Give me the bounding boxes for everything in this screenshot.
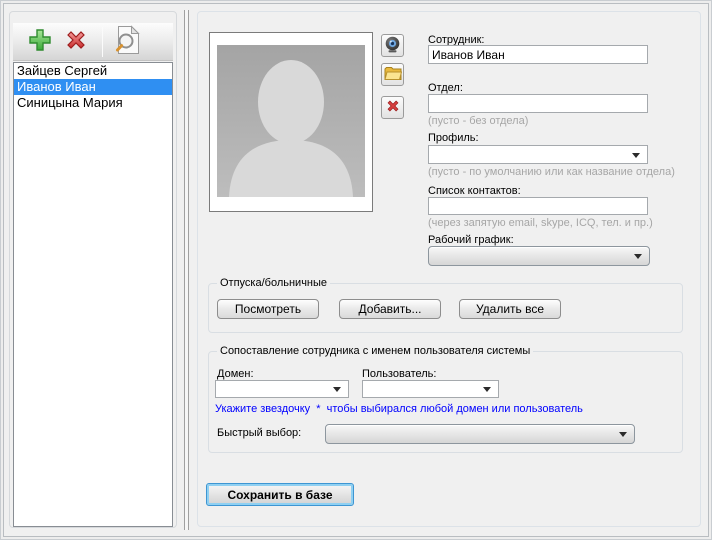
contacts-hint: (через запятую email, skype, ICQ, тел. и… [428,217,653,229]
employee-list-panel: Зайцев Сергей Иванов Иван Синицына Мария [9,11,177,528]
vacations-title: Отпуска/больничные [217,277,330,289]
contacts-input[interactable] [428,197,648,215]
webcam-capture-button[interactable] [381,34,404,57]
quick-select-label: Быстрый выбор: [217,427,301,439]
contacts-label: Список контактов: [428,185,521,197]
vacations-groupbox: Отпуска/больничные Посмотреть Добавить..… [208,283,683,333]
user-label: Пользователь: [362,368,436,380]
profile-combobox[interactable] [428,145,648,164]
toolbar-separator [102,27,103,57]
employee-list-toolbar [13,23,173,61]
folder-icon [384,66,402,84]
employee-input[interactable] [428,45,648,64]
department-hint: (пусто - без отдела) [428,115,528,127]
avatar [217,45,365,200]
profile-hint: (пусто - по умолчанию или как название о… [428,166,675,178]
profile-label: Профиль: [428,132,479,144]
schedule-combobox[interactable] [428,246,650,266]
user-combobox[interactable] [362,380,499,398]
list-item[interactable]: Синицына Мария [14,95,172,111]
open-photo-button[interactable] [381,63,404,86]
photo-frame [209,32,373,212]
list-item[interactable]: Зайцев Сергей [14,63,172,79]
wildcard-note: Укажите звездочку * чтобы выбирался любо… [215,403,583,415]
domain-label: Домен: [217,368,254,380]
document-magnifier-icon [113,25,141,58]
delete-all-vacations-button[interactable]: Удалить все [459,299,561,319]
user-mapping-groupbox: Сопоставление сотрудника с именем пользо… [208,351,683,453]
save-to-database-button[interactable]: Сохранить в базе [206,483,354,506]
preview-employee-button[interactable] [109,26,145,58]
view-vacations-button[interactable]: Посмотреть [217,299,319,319]
webcam-icon [384,36,401,56]
department-input[interactable] [428,94,648,113]
employee-listbox[interactable]: Зайцев Сергей Иванов Иван Синицына Мария [13,62,173,527]
user-mapping-title: Сопоставление сотрудника с именем пользо… [217,345,533,357]
panel-splitter [184,10,189,530]
department-label: Отдел: [428,82,463,94]
add-vacation-button[interactable]: Добавить... [339,299,441,319]
red-cross-icon [385,98,401,117]
remove-photo-button[interactable] [381,96,404,119]
employee-editor-window: Зайцев Сергей Иванов Иван Синицына Мария [0,0,712,540]
plus-icon [27,27,53,56]
list-item-selected[interactable]: Иванов Иван [14,79,172,95]
domain-combobox[interactable] [215,380,349,398]
red-cross-icon [63,27,89,56]
schedule-label: Рабочий график: [428,234,514,246]
quick-select-combobox[interactable] [325,424,635,444]
delete-employee-button[interactable] [58,26,94,58]
employee-details-panel: Сотрудник: Отдел: (пусто - без отдела) П… [197,11,701,527]
add-employee-button[interactable] [22,26,58,58]
